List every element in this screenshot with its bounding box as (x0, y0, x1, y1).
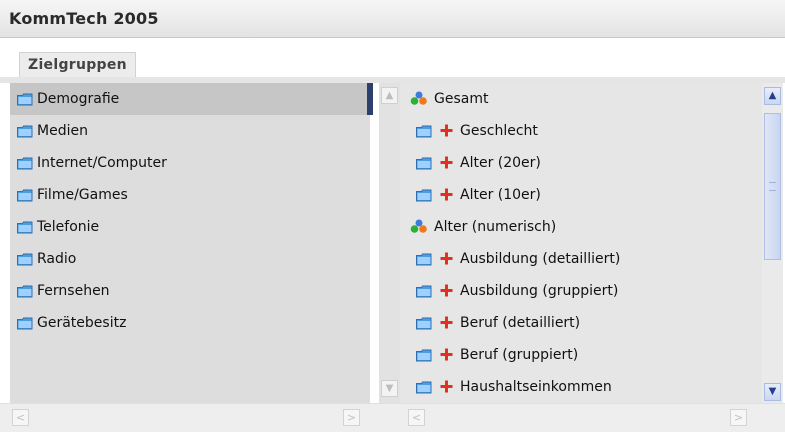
grip-icon (769, 182, 776, 191)
plus-icon[interactable] (440, 124, 453, 137)
folder-icon (416, 253, 432, 266)
folder-icon (416, 125, 432, 138)
title-bar: KommTech 2005 (0, 0, 785, 38)
list-item-filme-games[interactable]: Filme/Games (10, 179, 370, 211)
tab-zielgruppen[interactable]: Zielgruppen (19, 52, 136, 77)
folder-icon (17, 317, 33, 330)
list-item-label: Gesamt (434, 91, 489, 107)
folder-icon (17, 157, 33, 170)
right-horizontal-scrollbar[interactable]: < > (400, 403, 785, 432)
list-item-demografie[interactable]: Demografie (10, 83, 370, 115)
folder-icon (416, 157, 432, 170)
people-icon (410, 91, 427, 105)
folder-icon (17, 221, 33, 234)
folder-icon (17, 125, 33, 138)
list-item-gesamt[interactable]: Gesamt (400, 83, 762, 115)
folder-icon (17, 93, 33, 106)
folder-icon (416, 285, 432, 298)
chevron-left-icon: < (15, 411, 26, 424)
list-item-ausbildung-gruppiert[interactable]: Ausbildung (gruppiert) (400, 275, 762, 307)
left-vertical-scrollbar[interactable]: ▲ ▼ (379, 83, 400, 403)
category-list: Demografie Medien Internet/Computer Film… (10, 83, 370, 403)
list-item-alter-20er[interactable]: Alter (20er) (400, 147, 762, 179)
list-item-label: Internet/Computer (37, 155, 167, 171)
list-item-beruf-detailliert[interactable]: Beruf (detailliert) (400, 307, 762, 339)
chevron-right-icon: > (733, 411, 744, 424)
people-icon (410, 219, 427, 233)
list-item-label: Ausbildung (detailliert) (460, 251, 621, 267)
list-item-label: Alter (20er) (460, 155, 541, 171)
scroll-up-button[interactable]: ▲ (381, 87, 398, 104)
list-item-radio[interactable]: Radio (10, 243, 370, 275)
list-item-beruf-gruppiert[interactable]: Beruf (gruppiert) (400, 339, 762, 371)
chevron-down-icon: ▼ (385, 383, 394, 394)
folder-icon (416, 381, 432, 394)
plus-icon[interactable] (440, 380, 453, 393)
list-item-medien[interactable]: Medien (10, 115, 370, 147)
selection-divider (367, 83, 373, 115)
list-item-label: Fernsehen (37, 283, 110, 299)
list-item-label: Alter (numerisch) (434, 219, 557, 235)
list-item-label: Ausbildung (gruppiert) (460, 283, 619, 299)
list-item-telefonie[interactable]: Telefonie (10, 211, 370, 243)
list-item-label: Beruf (detailliert) (460, 315, 581, 331)
folder-icon (17, 189, 33, 202)
folder-icon (17, 253, 33, 266)
list-item-label: Beruf (gruppiert) (460, 347, 579, 363)
list-item-label: Filme/Games (37, 187, 128, 203)
list-item-geraetebesitz[interactable]: Gerätebesitz (10, 307, 370, 339)
list-item-ausbildung-detailliert[interactable]: Ausbildung (detailliert) (400, 243, 762, 275)
scroll-right-button[interactable]: > (343, 409, 360, 426)
scroll-left-button[interactable]: < (408, 409, 425, 426)
scroll-down-button[interactable]: ▼ (381, 380, 398, 397)
folder-icon (416, 189, 432, 202)
list-item-alter-numerisch[interactable]: Alter (numerisch) (400, 211, 762, 243)
scroll-up-button[interactable]: ▲ (764, 87, 781, 105)
plus-icon[interactable] (440, 156, 453, 169)
left-horizontal-scrollbar[interactable]: < > (0, 403, 400, 432)
list-item-label: Geschlecht (460, 123, 538, 139)
list-item-label: Radio (37, 251, 77, 267)
list-item-haushaltseinkommen[interactable]: Haushaltseinkommen (400, 371, 762, 403)
chevron-left-icon: < (411, 411, 422, 424)
list-item-label: Haushaltseinkommen (460, 379, 612, 395)
list-item-label: Demografie (37, 91, 120, 107)
list-item-label: Alter (10er) (460, 187, 541, 203)
plus-icon[interactable] (440, 348, 453, 361)
list-item-label: Telefonie (37, 219, 100, 235)
chevron-up-icon: ▲ (768, 90, 777, 101)
scroll-thumb[interactable] (764, 113, 781, 260)
plus-icon[interactable] (440, 284, 453, 297)
list-item-geschlecht[interactable]: Geschlecht (400, 115, 762, 147)
scroll-down-button[interactable]: ▼ (764, 383, 781, 401)
chevron-right-icon: > (346, 411, 357, 424)
plus-icon[interactable] (440, 252, 453, 265)
folder-icon (416, 317, 432, 330)
variable-list: Gesamt Geschlecht Alter (20er) Alter (10… (400, 83, 762, 403)
list-item-internet-computer[interactable]: Internet/Computer (10, 147, 370, 179)
list-item-label: Gerätebesitz (37, 315, 127, 331)
plus-icon[interactable] (440, 188, 453, 201)
list-item-fernsehen[interactable]: Fernsehen (10, 275, 370, 307)
folder-icon (17, 285, 33, 298)
list-item-alter-10er[interactable]: Alter (10er) (400, 179, 762, 211)
scroll-left-button[interactable]: < (12, 409, 29, 426)
chevron-up-icon: ▲ (385, 90, 394, 101)
app-title: KommTech 2005 (9, 9, 159, 28)
right-vertical-scrollbar[interactable]: ▲ ▼ (762, 83, 783, 403)
scroll-right-button[interactable]: > (730, 409, 747, 426)
chevron-down-icon: ▼ (768, 386, 777, 397)
plus-icon[interactable] (440, 316, 453, 329)
folder-icon (416, 349, 432, 362)
list-item-label: Medien (37, 123, 88, 139)
tab-strip: Zielgruppen (0, 38, 785, 78)
